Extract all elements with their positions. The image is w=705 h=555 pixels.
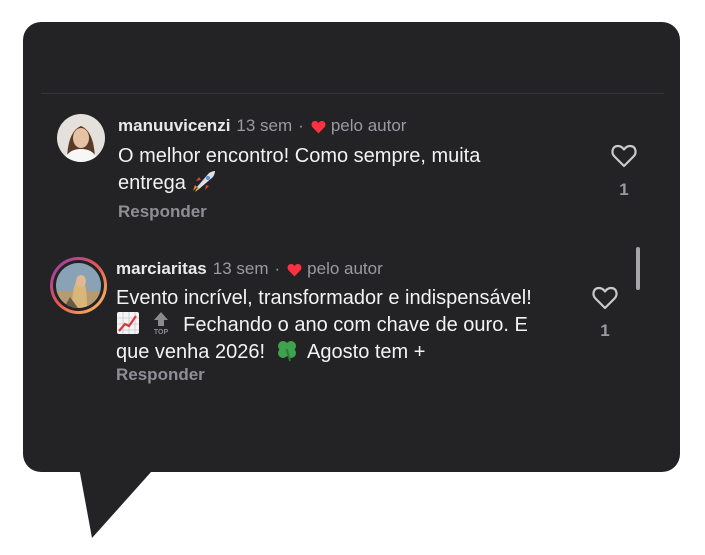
like-count: 1 bbox=[619, 180, 629, 199]
comment-meta: marciaritas 13 sem · pelo autor bbox=[116, 259, 383, 279]
divider bbox=[41, 93, 664, 94]
comment-text-line: entrega bbox=[118, 169, 578, 196]
comment-text-line: Evento incrível, transformador e indispe… bbox=[116, 287, 532, 309]
comment-text-line: O melhor encontro! Como sempre, muita bbox=[118, 145, 481, 167]
top-arrow-icon: TOP bbox=[153, 312, 168, 335]
chart-increasing-icon bbox=[117, 312, 139, 334]
avatar[interactable] bbox=[57, 114, 105, 162]
reply-button[interactable]: Responder bbox=[118, 202, 207, 222]
liked-by-author-label: pelo autor bbox=[307, 259, 383, 278]
like-heart-icon[interactable] bbox=[591, 284, 619, 310]
timestamp: 13 sem bbox=[236, 116, 293, 135]
separator: · bbox=[298, 116, 304, 135]
comment-text: Evento incrível, transformador e indispe… bbox=[116, 285, 586, 365]
like-count: 1 bbox=[600, 321, 610, 340]
comment-meta: manuuvicenzi 13 sem · pelo autor bbox=[118, 116, 406, 136]
avatar[interactable] bbox=[50, 257, 107, 314]
liked-by-author-label: pelo autor bbox=[330, 116, 407, 135]
comment-text-fragment: Fechando o ano com chave de ouro. E bbox=[183, 314, 528, 336]
timestamp: 13 sem bbox=[212, 259, 269, 278]
scrollbar[interactable] bbox=[636, 247, 640, 290]
rocket-icon bbox=[193, 171, 216, 192]
username[interactable]: marciaritas bbox=[116, 259, 207, 279]
comment-text: O melhor encontro! Como sempre, muita en… bbox=[118, 143, 578, 196]
comment-text-line: TOP Fechando o ano com chave de ouro. E bbox=[116, 311, 586, 338]
comment-text-fragment: Agosto tem + bbox=[307, 341, 426, 363]
username[interactable]: manuuvicenzi bbox=[118, 116, 230, 136]
comment-text-fragment: que venha 2026! bbox=[116, 341, 266, 363]
comment-text-line: que venha 2026! Agosto tem + bbox=[116, 338, 586, 365]
svg-text:TOP: TOP bbox=[153, 329, 168, 335]
separator: · bbox=[274, 259, 281, 278]
like-heart-icon[interactable] bbox=[610, 142, 638, 168]
heart-icon bbox=[311, 120, 326, 133]
four-leaf-clover-icon bbox=[277, 341, 296, 362]
reply-button[interactable]: Responder bbox=[116, 365, 205, 385]
comments-panel bbox=[23, 22, 680, 472]
heart-icon bbox=[287, 263, 302, 276]
comment-text-fragment: entrega bbox=[118, 172, 186, 194]
